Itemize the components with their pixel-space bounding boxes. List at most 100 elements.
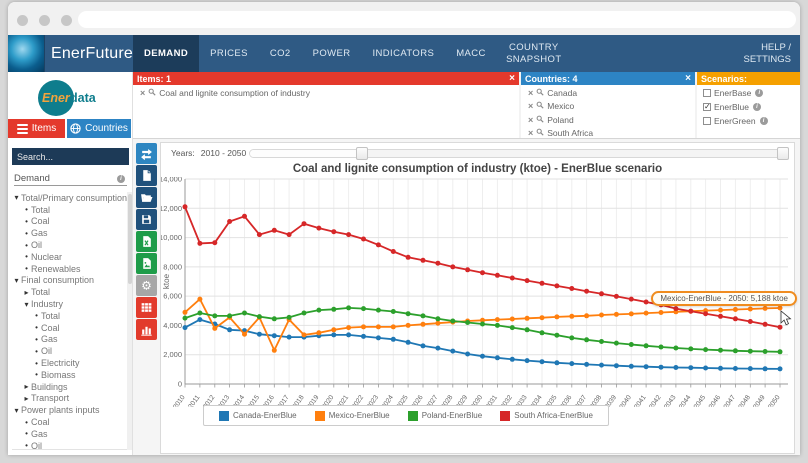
browser-chrome xyxy=(8,2,800,35)
tree-item-oil[interactable]: • Oil xyxy=(12,345,129,357)
nav-item-country-snapshot[interactable]: COUNTRY SNAPSHOT xyxy=(497,35,571,72)
zoom-item-icon[interactable] xyxy=(536,115,544,125)
open-folder-button[interactable] xyxy=(136,187,157,208)
save-button[interactable] xyxy=(136,209,157,230)
tree-item-transport[interactable]: ▸ Transport xyxy=(12,393,129,405)
new-document-button[interactable] xyxy=(136,165,157,186)
zoom-item-icon[interactable] xyxy=(536,101,544,111)
tree-item-renewables[interactable]: • Renewables xyxy=(12,263,129,275)
tree-item-label: Gas xyxy=(31,228,48,239)
enerdata-logo: Ener data xyxy=(8,78,133,118)
tree-item-label: Gas xyxy=(41,334,58,345)
category-select[interactable]: Demand i xyxy=(14,172,127,186)
slider-handle-right[interactable] xyxy=(777,147,789,160)
checkbox-enerblue[interactable] xyxy=(703,102,711,112)
slider-handle-left[interactable] xyxy=(356,147,368,160)
nav-item-prices[interactable]: PRICES xyxy=(199,35,259,72)
tree-item-coal[interactable]: • Coal xyxy=(12,322,129,334)
legend-label: Mexico-EnerBlue xyxy=(328,411,390,420)
legend-label: Poland-EnerBlue xyxy=(421,411,483,420)
bullet-icon: • xyxy=(25,441,28,450)
scenario-row: EnerBase i xyxy=(697,88,800,100)
info-icon[interactable]: i xyxy=(759,117,768,126)
bullet-icon: • xyxy=(25,205,28,215)
tree-item-gas[interactable]: • Gas xyxy=(12,428,129,440)
tree-item-buildings[interactable]: ▸ Buildings xyxy=(12,381,129,393)
bullet-icon: • xyxy=(25,228,28,238)
tree-item-coal[interactable]: • Coal xyxy=(12,216,129,228)
countries-panel: Countries: 4 × × Canada × Mexico × Poland × Sou… xyxy=(521,72,697,138)
remove-icon[interactable]: × xyxy=(528,128,533,138)
tab-items[interactable]: Items xyxy=(8,119,65,138)
caret-right-icon: ▸ xyxy=(24,393,29,403)
tree-item-total-primary-consumption[interactable]: ▾ Total/Primary consumption xyxy=(12,192,129,204)
export-excel-button[interactable] xyxy=(136,231,157,252)
svg-text:2050: 2050 xyxy=(767,394,782,407)
svg-text:2049: 2049 xyxy=(752,394,767,407)
nav-item-demand[interactable]: DEMAND xyxy=(133,35,200,72)
settings-gear-button[interactable]: ⚙ xyxy=(136,275,157,296)
swap-arrows-button[interactable] xyxy=(136,143,157,164)
caret-right-icon: ▸ xyxy=(24,287,29,297)
legend-item-poland-enerblue[interactable]: Poland-EnerBlue xyxy=(407,410,483,421)
legend-item-south-africa-enerblue[interactable]: South Africa-EnerBlue xyxy=(500,410,593,421)
tree-item-electricity[interactable]: • Electricity xyxy=(12,357,129,369)
scenario-row: EnerGreen i xyxy=(697,116,800,128)
nav-item-power[interactable]: POWER xyxy=(302,35,362,72)
nav-item-indicators[interactable]: INDICATORS xyxy=(362,35,446,72)
years-range-value: 2010 - 2050 xyxy=(200,148,247,158)
country-row-label: Mexico xyxy=(547,101,575,112)
svg-text:2041: 2041 xyxy=(633,394,648,407)
legend-item-mexico-enerblue[interactable]: Mexico-EnerBlue xyxy=(314,410,390,421)
info-icon[interactable]: i xyxy=(752,103,761,112)
zoom-item-icon[interactable] xyxy=(148,88,156,98)
help-settings-link[interactable]: HELP / SETTINGS xyxy=(728,35,800,72)
tree-item-coal[interactable]: • Coal xyxy=(12,416,129,428)
tree-item-biomass[interactable]: • Biomass xyxy=(12,369,129,381)
tree-item-label: Total xyxy=(41,310,61,321)
years-slider[interactable] xyxy=(249,147,789,160)
tree-item-power-plants-inputs[interactable]: ▾ Power plants inputs xyxy=(12,404,129,416)
enerdata-logo-text: data xyxy=(70,91,96,105)
tree-item-total[interactable]: • Total xyxy=(12,310,129,322)
nav-item-macc[interactable]: MACC xyxy=(445,35,497,72)
address-bar[interactable] xyxy=(78,11,796,28)
checkbox-energreen[interactable] xyxy=(703,117,711,126)
tree-scrollbar[interactable] xyxy=(127,192,132,450)
data-table-button[interactable] xyxy=(136,297,157,318)
tree-item-label: Oil xyxy=(41,346,52,357)
tree-item-oil[interactable]: • Oil xyxy=(12,440,129,450)
zoom-item-icon[interactable] xyxy=(536,88,544,98)
info-icon[interactable]: i xyxy=(117,174,125,183)
search-input[interactable] xyxy=(12,148,134,165)
svg-text:2047: 2047 xyxy=(723,394,738,407)
nav-item-co2[interactable]: CO2 xyxy=(259,35,302,72)
tree-item-nuclear[interactable]: • Nuclear xyxy=(12,251,129,263)
items-panel: Items: 1 × × Coal and lignite consumption… xyxy=(133,72,521,138)
tab-countries[interactable]: Countries xyxy=(67,119,131,138)
tree-item-gas[interactable]: • Gas xyxy=(12,227,129,239)
bullet-icon: • xyxy=(35,358,38,368)
tree-item-oil[interactable]: • Oil xyxy=(12,239,129,251)
zoom-item-icon[interactable] xyxy=(536,128,544,138)
info-icon[interactable]: i xyxy=(755,89,764,98)
legend-item-canada-enerblue[interactable]: Canada-EnerBlue xyxy=(219,410,297,421)
remove-icon[interactable]: × xyxy=(140,88,145,98)
tree-item-total[interactable]: • Total xyxy=(12,204,129,216)
close-icon[interactable]: × xyxy=(509,74,515,84)
tree-item-final-consumption[interactable]: ▾ Final consumption xyxy=(12,275,129,287)
bullet-icon: • xyxy=(35,334,38,344)
bar-chart-button[interactable] xyxy=(136,319,157,340)
close-icon[interactable]: × xyxy=(685,74,691,84)
export-image-button[interactable] xyxy=(136,253,157,274)
tree-item-gas[interactable]: • Gas xyxy=(12,334,129,346)
remove-icon[interactable]: × xyxy=(528,101,533,111)
svg-text:⚙: ⚙ xyxy=(141,279,152,292)
remove-icon[interactable]: × xyxy=(528,115,533,125)
tree-item-industry[interactable]: ▾ Industry xyxy=(12,298,129,310)
svg-text:2045: 2045 xyxy=(693,394,708,407)
remove-icon[interactable]: × xyxy=(528,88,533,98)
checkbox-enerbase[interactable] xyxy=(703,89,711,98)
tree-item-total[interactable]: ▸ Total xyxy=(12,286,129,298)
bullet-icon: • xyxy=(35,346,38,356)
